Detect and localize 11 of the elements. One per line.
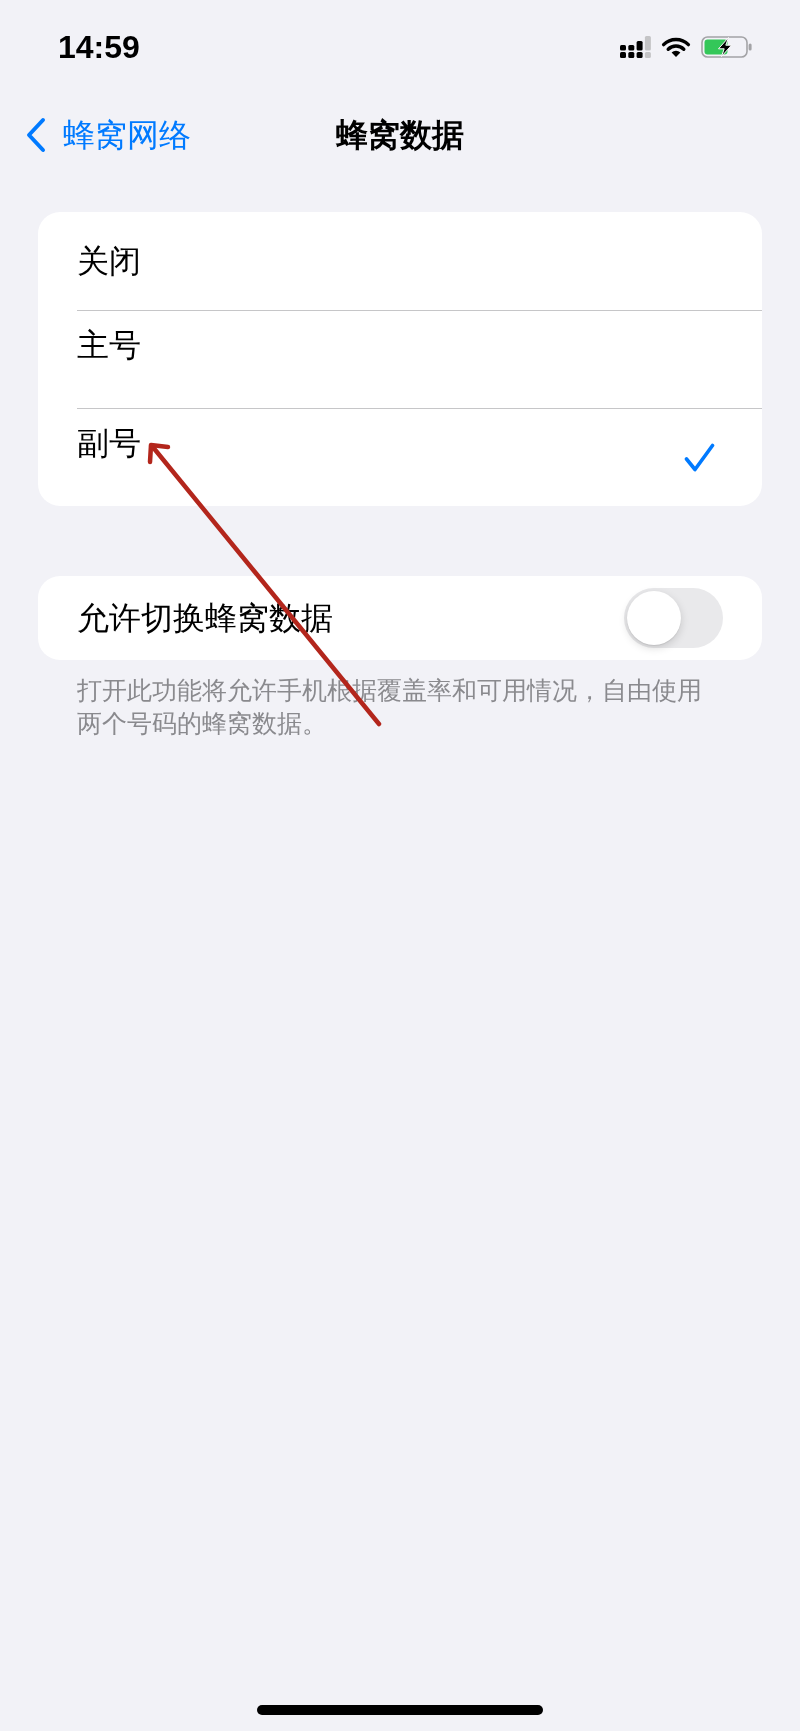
option-row[interactable]: 副号 — [77, 408, 762, 506]
option-row[interactable]: 主号 — [77, 310, 762, 408]
nav-title: 蜂窝数据 — [336, 115, 464, 155]
back-button[interactable]: 蜂窝网络 — [0, 115, 191, 155]
toggle-switch[interactable] — [624, 588, 723, 648]
option-row[interactable]: 关闭 — [77, 212, 762, 310]
battery-charging-icon — [701, 36, 752, 58]
signal-icon — [620, 36, 651, 58]
wifi-icon — [661, 36, 691, 58]
status-time: 14:59 — [58, 31, 140, 63]
chevron-left-icon — [25, 117, 47, 153]
